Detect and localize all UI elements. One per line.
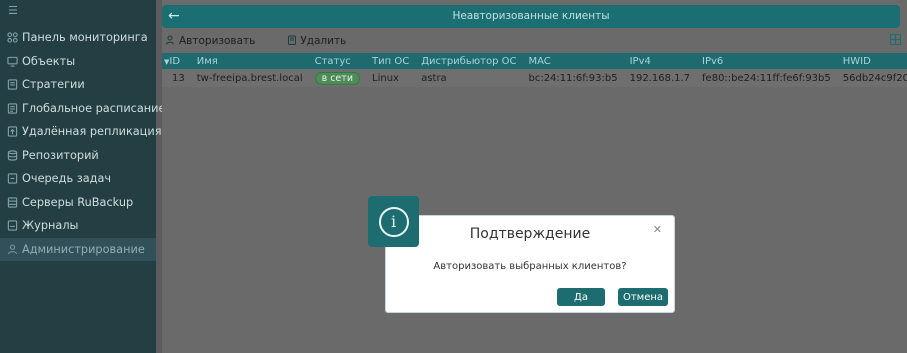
sidebar-item-label: Панель мониторинга — [22, 31, 148, 45]
table-row[interactable]: 13 tw-freeipa.brest.local в сети Linux a… — [162, 69, 907, 87]
cell-name: tw-freeipa.brest.local — [196, 72, 303, 84]
cell-status: в сети — [309, 69, 366, 87]
cell-hwid: 56db24c9f2056f37 — [842, 72, 907, 84]
sidebar-item-objects[interactable]: Объекты — [0, 50, 156, 74]
sidebar-item-strategies[interactable]: Стратегии — [0, 73, 156, 97]
sidebar-item-label: Глобальное расписание — [22, 101, 166, 115]
dialog-title: Подтверждение — [469, 226, 591, 242]
toolbar: Авторизовать Удалить — [162, 32, 907, 50]
cell-ipv6: fe80::be24:11ff:fe6f:93b5 — [702, 72, 831, 84]
log-icon — [6, 220, 18, 232]
sidebar-item-label: Очередь задач — [22, 172, 112, 186]
sidebar-item-repository[interactable]: Репозиторий — [0, 144, 156, 168]
sidebar-item-label: Серверы RuBackup — [22, 195, 134, 209]
page-title: Неавторизованные клиенты — [452, 10, 610, 22]
column-header-mac[interactable]: MAC — [522, 53, 623, 69]
trash-icon — [287, 35, 297, 48]
column-header-os-distro[interactable]: Дистрибьютор ОС — [415, 53, 522, 69]
sidebar: ☰ Панель мониторинга Объекты Стратегии Г… — [0, 0, 165, 353]
columns-grid-icon[interactable] — [890, 34, 901, 48]
column-header-hwid[interactable]: HWID — [837, 53, 907, 69]
delete-label: Удалить — [300, 35, 347, 47]
authorize-label: Авторизовать — [179, 35, 256, 47]
sidebar-item-label: Администрирование — [22, 242, 145, 256]
sidebar-item-label: Стратегии — [22, 78, 85, 92]
status-badge: в сети — [314, 71, 360, 85]
sidebar-item-rubackup-servers[interactable]: Серверы RuBackup — [0, 191, 156, 215]
close-icon[interactable]: ✕ — [653, 223, 662, 236]
confirmation-dialog: Подтверждение ✕ Авторизовать выбранных к… — [385, 215, 675, 313]
column-header-status[interactable]: Статус — [309, 53, 366, 69]
column-header-id[interactable]: ▼ID — [162, 53, 191, 69]
cell-id: 13 — [172, 72, 185, 84]
table-header-row: ▼ID Имя Статус Тип ОС Дистрибьютор ОС MA… — [162, 53, 907, 69]
sidebar-item-label: Удалённая репликация — [22, 125, 162, 139]
delete-button[interactable]: Удалить — [287, 35, 346, 48]
sidebar-item-dashboard[interactable]: Панель мониторинга — [0, 26, 156, 50]
cell-mac: bc:24:11:6f:93:b5 — [528, 72, 618, 84]
replication-icon — [6, 126, 18, 138]
monitor-icon — [6, 55, 18, 67]
confirm-yes-button[interactable]: Да — [557, 288, 605, 306]
menu-toggle-icon[interactable]: ☰ — [0, 0, 156, 26]
queue-icon — [6, 173, 18, 185]
sidebar-item-task-queue[interactable]: Очередь задач — [0, 167, 156, 191]
user-key-icon — [166, 35, 176, 48]
cell-os-type: Linux — [372, 72, 399, 84]
sidebar-item-logs[interactable]: Журналы — [0, 214, 156, 238]
column-header-ipv4[interactable]: IPv4 — [624, 53, 696, 69]
sidebar-item-remote-replication[interactable]: Удалённая репликация — [0, 120, 162, 144]
dialog-message: Авторизовать выбранных клиентов? — [433, 261, 627, 272]
strategy-icon — [6, 79, 18, 91]
schedule-icon — [6, 102, 18, 114]
clients-table: ▼ID Имя Статус Тип ОС Дистрибьютор ОС MA… — [162, 53, 907, 87]
page-header: ← Неавторизованные клиенты — [162, 5, 900, 28]
authorize-button[interactable]: Авторизовать — [166, 35, 255, 48]
column-header-name[interactable]: Имя — [191, 53, 309, 69]
database-icon — [6, 149, 18, 161]
cancel-button[interactable]: Отмена — [618, 288, 668, 306]
sidebar-item-global-schedule[interactable]: Глобальное расписание — [0, 97, 165, 121]
column-header-ipv6[interactable]: IPv6 — [696, 53, 837, 69]
sidebar-item-administration[interactable]: Администрирование — [0, 237, 156, 261]
column-header-os-type[interactable]: Тип ОС — [366, 53, 415, 69]
cell-os-distro: astra — [421, 72, 447, 84]
sidebar-item-label: Журналы — [22, 219, 79, 233]
dashboard-icon — [6, 32, 18, 44]
sidebar-item-label: Репозиторий — [22, 148, 99, 162]
info-icon: i — [378, 206, 409, 237]
cell-ipv4: 192.168.1.7 — [629, 72, 691, 84]
server-icon — [6, 196, 18, 208]
admin-icon — [6, 243, 18, 255]
info-badge: i — [368, 196, 419, 247]
sidebar-item-label: Объекты — [22, 54, 76, 68]
